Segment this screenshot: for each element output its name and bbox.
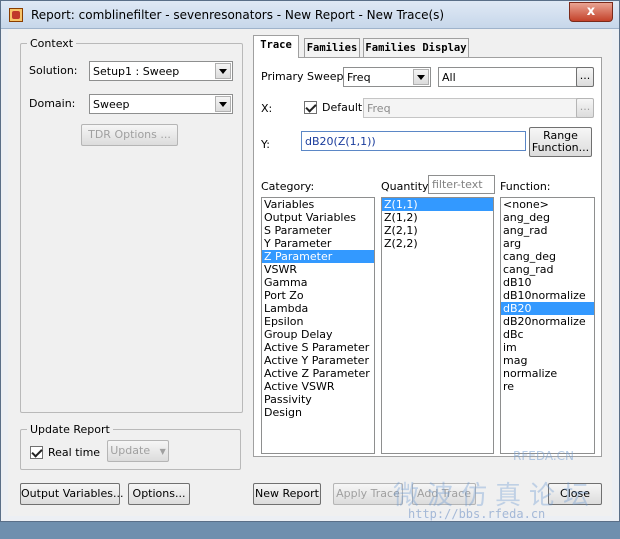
solution-dropdown[interactable]: Setup1 : Sweep	[89, 61, 233, 81]
function-list-item[interactable]: ang_deg	[501, 211, 594, 224]
function-listbox[interactable]: <none> ang_deg ang_rad arg cang_deg cang_rad d…	[500, 197, 595, 454]
options-button[interactable]: Options...	[128, 483, 190, 505]
function-list-item[interactable]: im	[501, 341, 594, 354]
function-list-item[interactable]: <none>	[501, 198, 594, 211]
watermark-url: http://bbs.rfeda.cn	[408, 507, 546, 521]
solution-value: Setup1 : Sweep	[93, 65, 180, 78]
function-list-item[interactable]: dB10	[501, 276, 594, 289]
chevron-down-icon[interactable]	[215, 96, 231, 112]
range-function-button[interactable]: Range Function...	[529, 127, 592, 157]
y-label: Y:	[261, 138, 270, 151]
update-button[interactable]: Update ▼	[107, 440, 169, 462]
category-list-item[interactable]: Variables	[262, 198, 374, 211]
tab-trace[interactable]: Trace	[253, 35, 299, 58]
function-list-item[interactable]: cang_deg	[501, 250, 594, 263]
y-expression-value: dB20(Z(1,1))	[305, 135, 376, 148]
category-label: Category:	[261, 180, 315, 193]
primary-sweep-dropdown[interactable]: Freq	[343, 67, 431, 87]
category-list-item[interactable]: Active VSWR	[262, 380, 374, 393]
category-list-item[interactable]: Epsilon	[262, 315, 374, 328]
category-list-item[interactable]: Passivity	[262, 393, 374, 406]
tab-families-display[interactable]: Families Display	[363, 38, 469, 57]
function-list-item[interactable]: dB20	[501, 302, 594, 315]
function-list-item[interactable]: cang_rad	[501, 263, 594, 276]
primary-sweep-label: Primary Sweep:	[261, 70, 348, 83]
title-bar: Report: comblinefilter - sevenresonators…	[1, 1, 619, 29]
domain-value: Sweep	[93, 98, 130, 111]
x-expression-field[interactable]: Freq	[363, 98, 578, 118]
category-list-item[interactable]: Port Zo	[262, 289, 374, 302]
x-default-label: Default	[322, 101, 363, 114]
category-list-item[interactable]: Active Z Parameter	[262, 367, 374, 380]
x-label: X:	[261, 102, 273, 115]
chevron-down-icon[interactable]	[215, 63, 231, 79]
category-list-item[interactable]: Gamma	[262, 276, 374, 289]
tab-families[interactable]: Families	[304, 38, 360, 57]
window-title: Report: comblinefilter - sevenresonators…	[31, 8, 445, 22]
quantity-filter-placeholder: filter-text	[432, 178, 483, 191]
domain-dropdown[interactable]: Sweep	[89, 94, 233, 114]
dialog-client-area: Context Solution: Setup1 : Sweep Domain:…	[8, 29, 612, 521]
category-list-item[interactable]: Group Delay	[262, 328, 374, 341]
chevron-down-icon[interactable]	[413, 69, 429, 85]
tdr-options-button[interactable]: TDR Options ...	[81, 124, 178, 146]
solution-label: Solution:	[29, 64, 78, 77]
quantity-list-item[interactable]: Z(1,2)	[382, 211, 493, 224]
function-list-item[interactable]: dB10normalize	[501, 289, 594, 302]
quantity-listbox[interactable]: Z(1,1) Z(1,2) Z(2,1) Z(2,2)	[381, 197, 494, 454]
category-list-item[interactable]: S Parameter	[262, 224, 374, 237]
category-list-item[interactable]: Active Y Parameter	[262, 354, 374, 367]
function-list-item[interactable]: dB20normalize	[501, 315, 594, 328]
function-list-item[interactable]: normalize	[501, 367, 594, 380]
quantity-list-item[interactable]: Z(1,1)	[382, 198, 493, 211]
update-button-label: Update	[110, 444, 151, 457]
category-list-item[interactable]: Lambda	[262, 302, 374, 315]
context-group: Context Solution: Setup1 : Sweep Domain:…	[20, 37, 243, 413]
category-list-item[interactable]: Design	[262, 406, 374, 419]
x-browse-button[interactable]: ...	[576, 98, 594, 118]
new-report-button[interactable]: New Report	[253, 483, 321, 505]
y-expression-field[interactable]: dB20(Z(1,1))	[301, 131, 526, 151]
function-label: Function:	[500, 180, 551, 193]
primary-sweep-range: All	[442, 71, 456, 84]
function-list-item[interactable]: arg	[501, 237, 594, 250]
category-list-item[interactable]: Z Parameter	[262, 250, 374, 263]
update-report-label: Update Report	[27, 423, 113, 436]
domain-label: Domain:	[29, 97, 76, 110]
category-listbox[interactable]: Variables Output Variables S Parameter Y Pa…	[261, 197, 375, 454]
quantity-list-item[interactable]: Z(2,1)	[382, 224, 493, 237]
quantity-filter-input[interactable]: filter-text	[428, 175, 495, 194]
context-group-label: Context	[27, 37, 77, 50]
category-list-item[interactable]: Output Variables	[262, 211, 374, 224]
x-expression-value: Freq	[367, 102, 391, 115]
function-list-item[interactable]: ang_rad	[501, 224, 594, 237]
quantity-list-item[interactable]: Z(2,2)	[382, 237, 493, 250]
function-list-item[interactable]: mag	[501, 354, 594, 367]
primary-sweep-browse-button[interactable]: ...	[576, 67, 594, 87]
realtime-label: Real time	[48, 446, 101, 459]
category-list-item[interactable]: VSWR	[262, 263, 374, 276]
trace-tab-panel: Primary Sweep: Freq All ... X: Default F…	[253, 57, 602, 457]
x-default-checkbox[interactable]	[304, 101, 317, 114]
primary-sweep-range-field[interactable]: All	[438, 67, 578, 87]
app-icon	[9, 8, 23, 22]
window-close-button[interactable]: x	[569, 2, 613, 22]
chevron-down-icon: ▼	[159, 447, 166, 456]
apply-trace-button[interactable]: Apply Trace	[333, 483, 403, 505]
update-report-group: Update Report Real time Update ▼	[20, 423, 241, 470]
category-list-item[interactable]: Y Parameter	[262, 237, 374, 250]
quantity-label: Quantity:	[381, 180, 432, 193]
add-trace-button[interactable]: Add Trace	[412, 483, 476, 505]
realtime-checkbox[interactable]	[30, 446, 43, 459]
range-function-line2: Function...	[531, 141, 590, 154]
function-list-item[interactable]: dBc	[501, 328, 594, 341]
function-list-item[interactable]: re	[501, 380, 594, 393]
primary-sweep-value: Freq	[347, 71, 371, 84]
category-list-item[interactable]: Active S Parameter	[262, 341, 374, 354]
close-button[interactable]: Close	[548, 483, 602, 505]
output-variables-button[interactable]: Output Variables...	[20, 483, 123, 505]
report-dialog-window: Report: comblinefilter - sevenresonators…	[0, 0, 620, 522]
